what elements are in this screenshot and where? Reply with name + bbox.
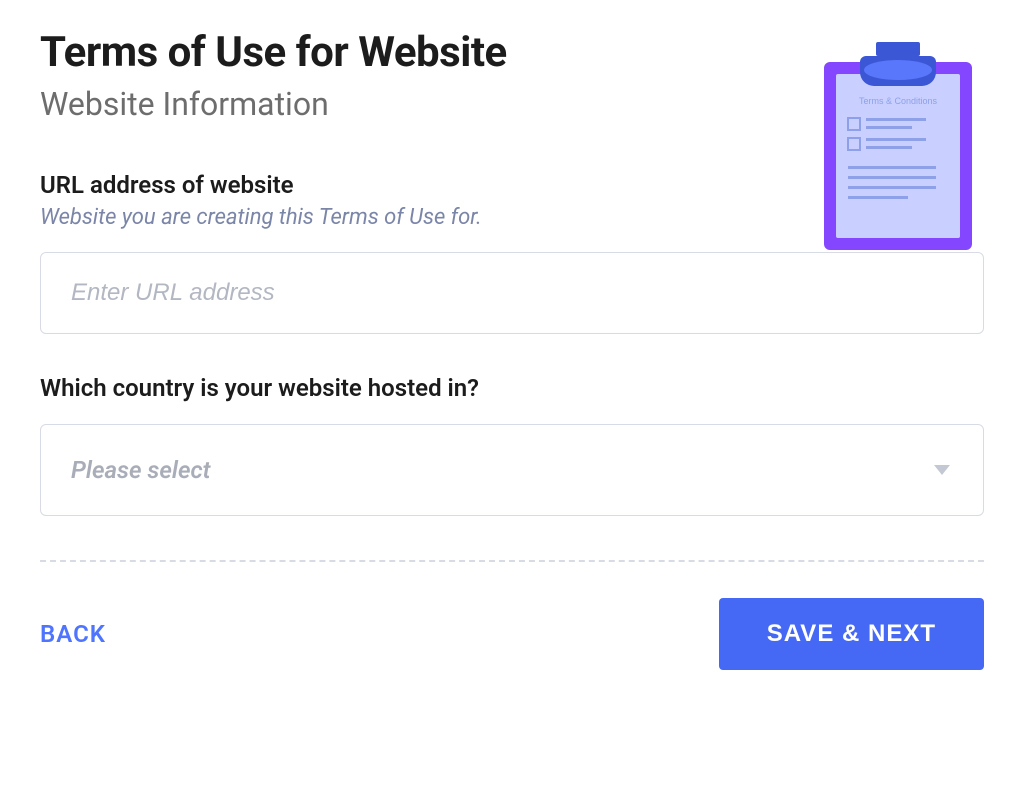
- field-block-country: Which country is your website hosted in?…: [40, 374, 984, 516]
- country-field-label: Which country is your website hosted in?: [40, 374, 984, 402]
- url-input[interactable]: [40, 252, 984, 334]
- save-next-button[interactable]: SAVE & NEXT: [719, 598, 984, 670]
- footer-row: BACK SAVE & NEXT: [40, 598, 984, 670]
- chevron-down-icon: [934, 465, 950, 475]
- form-page: Terms & Conditions Terms of Use for Webs…: [0, 0, 1024, 710]
- clipboard-illustration: Terms & Conditions: [818, 36, 978, 256]
- country-select[interactable]: Please select: [40, 424, 984, 516]
- illustration-doc-label: Terms & Conditions: [859, 96, 938, 106]
- back-button[interactable]: BACK: [40, 620, 106, 648]
- country-select-wrap: Please select: [40, 424, 984, 516]
- section-divider: [40, 560, 984, 562]
